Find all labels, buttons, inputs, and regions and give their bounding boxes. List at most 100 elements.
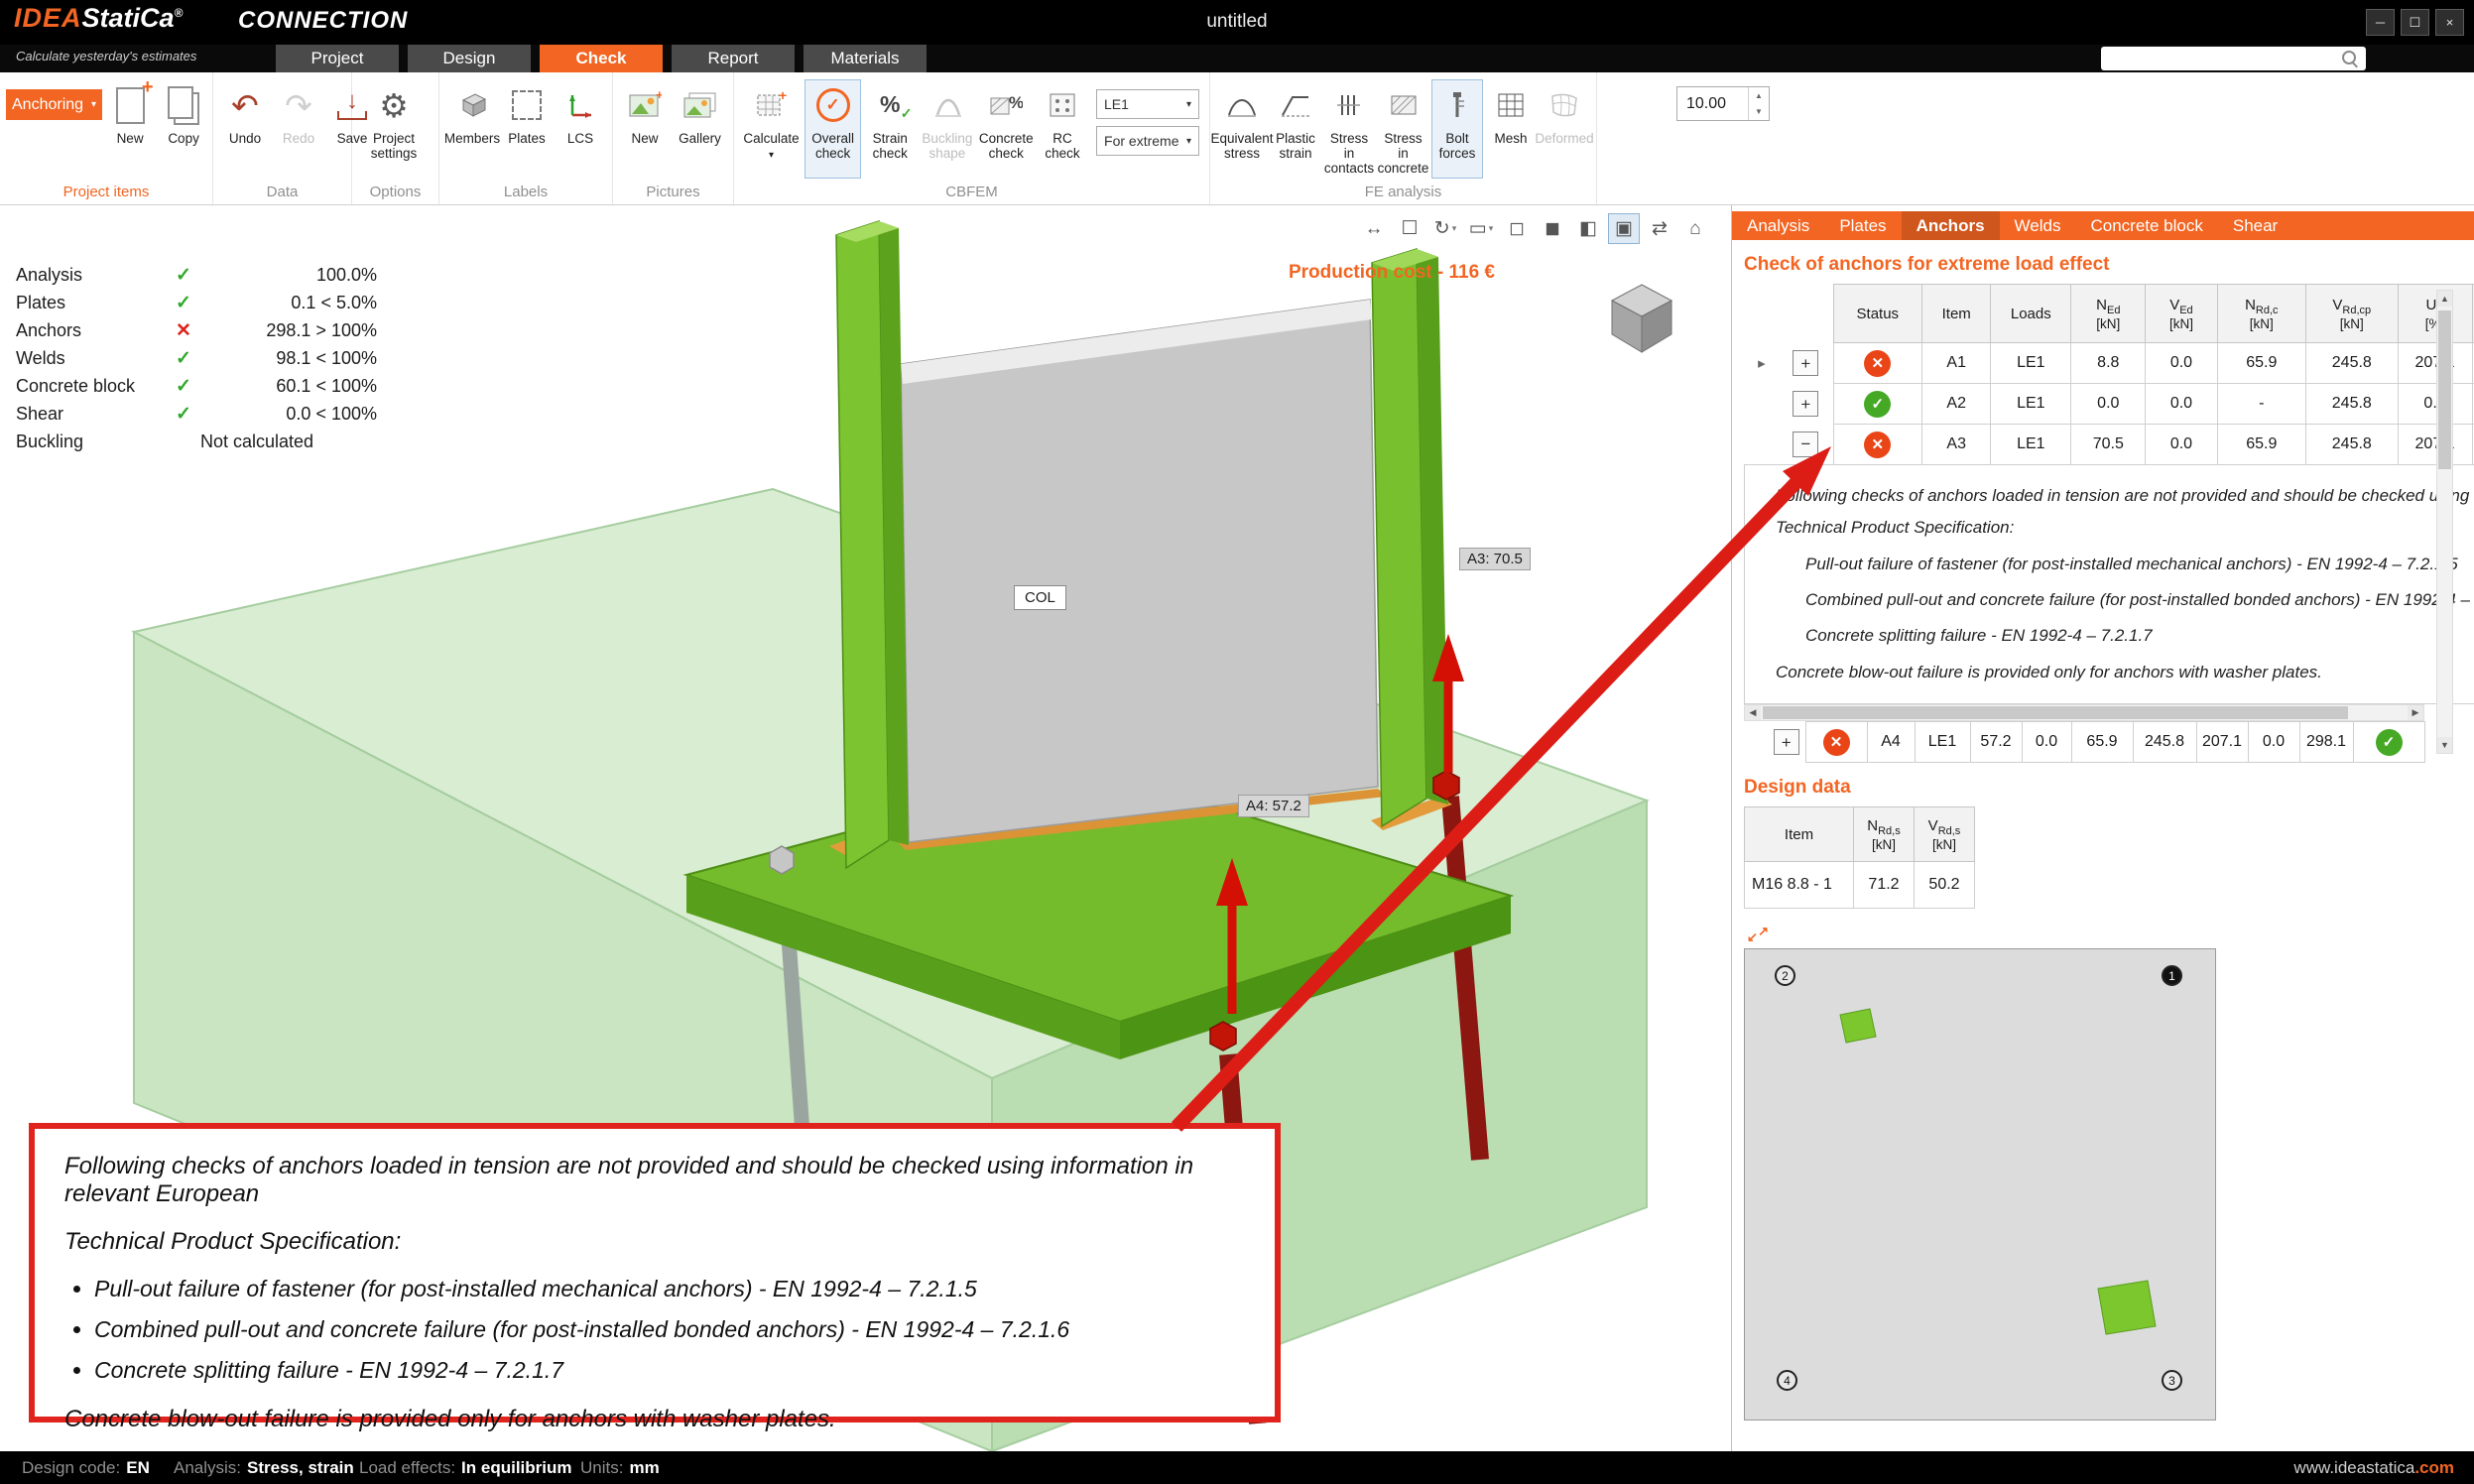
strain-check-icon: %✓ — [880, 92, 900, 118]
mesh-button[interactable]: Mesh — [1485, 79, 1537, 179]
expand-toggle-button[interactable]: + — [1793, 350, 1818, 376]
detail-footer: Concrete blow-out failure is provided on… — [1776, 660, 2474, 685]
table-row-a4: + ✕ A4 LE1 57.2 0.0 65.9 245.8 207.1 0.0… — [1744, 722, 2424, 763]
buckling-shape-button[interactable]: Buckling shape — [919, 79, 975, 179]
tab-analysis[interactable]: Analysis — [1732, 211, 1824, 240]
expand-diagram-icon[interactable]: ↗ ↙ — [1747, 924, 1769, 945]
view-cube[interactable] — [1598, 271, 1685, 358]
calculate-button[interactable]: + Calculate ▾ — [740, 79, 803, 179]
collapse-toggle-button[interactable]: − — [1793, 432, 1818, 457]
group-label-fe-analysis: FE analysis — [1210, 184, 1596, 200]
strain-check-button[interactable]: %✓ Strain check — [863, 79, 917, 179]
chevron-right-icon[interactable]: ▸ — [1758, 355, 1766, 372]
website-link[interactable]: www.ideastatica.com — [2293, 1458, 2454, 1478]
tab-materials[interactable]: Materials — [804, 45, 927, 72]
new-project-item-button[interactable]: + New — [104, 79, 156, 179]
evaluation-select[interactable]: For extreme ▾ — [1096, 126, 1199, 156]
status-design-code: Design code:EN — [22, 1458, 150, 1478]
document-title: untitled — [0, 11, 2474, 33]
equivalent-stress-button[interactable]: Equivalent stress — [1216, 79, 1268, 179]
redo-button[interactable]: ↷ Redo — [273, 79, 324, 179]
bolt-forces-button[interactable]: Bolt forces — [1431, 79, 1483, 179]
anchor-marker-2: 2 — [1775, 965, 1795, 986]
deformed-button[interactable]: Deformed — [1539, 79, 1590, 179]
minimize-button[interactable]: ─ — [2366, 9, 2395, 36]
measure-icon[interactable]: ↔ — [1358, 213, 1390, 244]
anchor-layout-diagram[interactable]: ↗ ↙ 1 2 3 4 — [1744, 948, 2216, 1421]
render-mode-icon[interactable]: ▣ — [1608, 213, 1640, 244]
summary-row-plates: Plates ✓ 0.1 < 5.0% — [16, 289, 377, 316]
search-box[interactable] — [2101, 47, 2366, 70]
tab-check[interactable]: Check — [540, 45, 663, 72]
app-window: IDEAStatiCa® CONNECTION untitled ─ ☐ × C… — [0, 0, 2474, 1484]
picture-gallery-button[interactable]: Gallery — [673, 79, 727, 179]
view-wireframe-icon[interactable]: ◻ — [1501, 213, 1533, 244]
tab-project[interactable]: Project — [276, 45, 399, 72]
spin-down-icon[interactable]: ▼ — [1749, 104, 1769, 121]
member-cube-icon — [455, 90, 489, 120]
tab-welds[interactable]: Welds — [2000, 211, 2076, 240]
scroll-left-icon[interactable]: ◀ — [1745, 705, 1761, 720]
scrollbar-thumb[interactable] — [1763, 706, 2348, 719]
gallery-icon — [682, 90, 718, 120]
expand-toggle-button[interactable]: + — [1774, 729, 1799, 755]
labels-plates-button[interactable]: Plates — [501, 79, 553, 179]
anchoring-dropdown[interactable]: Anchoring ▾ — [6, 89, 102, 120]
view-transparent-icon[interactable]: ◧ — [1572, 213, 1604, 244]
copy-item-button[interactable]: Copy — [158, 79, 209, 179]
labels-members-button[interactable]: Members — [445, 79, 499, 179]
stress-in-concrete-button[interactable]: Stress in concrete — [1377, 79, 1429, 179]
calculate-icon: + — [755, 90, 787, 120]
tab-design[interactable]: Design — [408, 45, 531, 72]
tab-shear[interactable]: Shear — [2218, 211, 2292, 240]
mirror-view-icon[interactable]: ⇄ — [1644, 213, 1675, 244]
spin-up-icon[interactable]: ▲ — [1749, 87, 1769, 104]
labels-lcs-button[interactable]: LCS — [555, 79, 606, 179]
warning-line2: Technical Product Specification: — [64, 1228, 1245, 1256]
caret-down-icon: ▾ — [1186, 136, 1191, 147]
section-title-anchor-check: Check of anchors for extreme load effect — [1744, 254, 2474, 276]
tab-report[interactable]: Report — [672, 45, 795, 72]
warning-bullet: Concrete splitting failure - EN 1992-4 –… — [94, 1357, 1245, 1384]
scroll-up-icon[interactable]: ▲ — [2437, 291, 2452, 307]
table-row-a3: − ✕ A3 LE1 70.5 0.0 65.9 245.8 207.1 0.0… — [1745, 425, 2474, 465]
selection-mode-icon[interactable]: ▭▾ — [1465, 213, 1497, 244]
tab-anchors[interactable]: Anchors — [1902, 211, 2000, 240]
horizontal-scrollbar[interactable]: ◀ ▶ — [1744, 704, 2424, 721]
production-cost: Production cost - 116 € — [1289, 262, 1495, 284]
svg-text:+: + — [779, 90, 787, 103]
search-input[interactable] — [2107, 48, 2339, 69]
group-label-labels: Labels — [439, 184, 612, 200]
concrete-check-button[interactable]: % Concrete check — [978, 79, 1035, 179]
view-solid-icon[interactable]: ◼ — [1537, 213, 1568, 244]
tab-concrete-block[interactable]: Concrete block — [2075, 211, 2217, 240]
buckling-shape-icon — [931, 91, 963, 119]
stress-in-contacts-button[interactable]: Stress in contacts — [1323, 79, 1375, 179]
scroll-down-icon[interactable]: ▼ — [2437, 737, 2452, 753]
plastic-strain-button[interactable]: Plastic strain — [1270, 79, 1321, 179]
detail-bullet: Combined pull-out and concrete failure (… — [1805, 587, 2474, 613]
anchor-warning-callout: Following checks of anchors loaded in te… — [29, 1123, 1281, 1422]
deformation-scale-spinner[interactable]: 10.00 ▲ ▼ — [1676, 86, 1770, 121]
close-button[interactable]: × — [2435, 9, 2464, 36]
rotate-view-icon[interactable]: ↻▾ — [1429, 213, 1461, 244]
window-controls: ─ ☐ × — [2366, 9, 2464, 36]
scroll-right-icon[interactable]: ▶ — [2408, 705, 2423, 720]
table-header-row: Status Item Loads NEd[kN] VEd[kN] NRd,c[… — [1745, 285, 2474, 343]
tab-plates[interactable]: Plates — [1824, 211, 1901, 240]
overall-check-button[interactable]: ✓ Overall check — [804, 79, 861, 179]
caret-down-icon: ▾ — [769, 150, 774, 161]
zoom-fit-icon[interactable]: ☐ — [1394, 213, 1425, 244]
status-fail-icon: ✕ — [1864, 350, 1891, 377]
column-member[interactable] — [836, 221, 1448, 868]
expand-toggle-button[interactable]: + — [1793, 391, 1818, 417]
maximize-button[interactable]: ☐ — [2401, 9, 2429, 36]
undo-button[interactable]: ↶ Undo — [219, 79, 271, 179]
rc-check-button[interactable]: RC check — [1037, 79, 1088, 179]
picture-new-button[interactable]: + New — [619, 79, 671, 179]
home-view-icon[interactable]: ⌂ — [1679, 213, 1711, 244]
project-settings-button[interactable]: ⚙ Project settings — [358, 79, 430, 179]
scrollbar-thumb[interactable] — [2438, 310, 2451, 469]
vertical-scrollbar[interactable]: ▲ ▼ — [2436, 290, 2453, 754]
load-case-select[interactable]: LE1 ▾ — [1096, 89, 1199, 119]
